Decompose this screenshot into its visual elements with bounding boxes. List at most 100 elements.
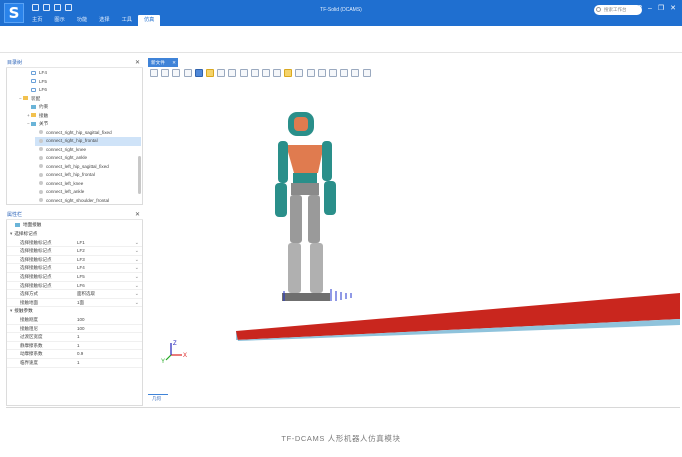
- help-button[interactable]: ?: [638, 4, 642, 13]
- save-all-icon[interactable]: [65, 4, 72, 11]
- collapse-icon[interactable]: ▾: [10, 231, 12, 236]
- document-tab[interactable]: 新文件 ✕: [148, 58, 178, 67]
- property-row[interactable]: 接触地面 1面 ⌄: [7, 299, 142, 308]
- view-front-icon[interactable]: [239, 69, 248, 77]
- tree-item[interactable]: connect_left_knee: [35, 180, 141, 189]
- menu-tab[interactable]: 图示: [48, 15, 70, 26]
- property-value[interactable]: 0.9: [77, 350, 83, 359]
- tree-scrollbar[interactable]: [138, 156, 141, 194]
- cube-icon[interactable]: [194, 69, 203, 77]
- property-value[interactable]: 100: [77, 316, 85, 325]
- tree-item[interactable]: connect_right_hip_frontal: [35, 137, 141, 146]
- corner-icon[interactable]: [228, 69, 237, 77]
- add-frame-icon[interactable]: [161, 69, 170, 77]
- minimize-button[interactable]: –: [648, 4, 652, 13]
- property-row[interactable]: 接触阻尼 100: [7, 325, 142, 334]
- property-value[interactable]: LF1: [77, 239, 85, 248]
- tree-item-label: connect_right_hip_sagittal_fixed: [46, 129, 112, 135]
- property-value[interactable]: LF5: [77, 273, 85, 282]
- dropdown-chevron-icon[interactable]: ⌄: [135, 282, 139, 291]
- menu-tab[interactable]: 工具: [116, 15, 138, 26]
- property-value[interactable]: LF6: [77, 282, 85, 291]
- property-row[interactable]: 选择接触标记点 LF3 ⌄: [7, 256, 142, 265]
- close-button[interactable]: ✕: [670, 4, 676, 13]
- copy-icon[interactable]: [329, 69, 337, 77]
- add-frame-3-icon[interactable]: [183, 69, 192, 77]
- property-value[interactable]: 面积选取: [77, 290, 95, 299]
- property-row[interactable]: 选择接触标记点 LF2 ⌄: [7, 247, 142, 256]
- tree-item[interactable]: connect_right_ankle: [35, 154, 141, 163]
- highlight-icon[interactable]: [205, 69, 214, 77]
- dropdown-chevron-icon[interactable]: ⌄: [135, 264, 139, 273]
- measure-icon[interactable]: [317, 69, 326, 77]
- tree-item[interactable]: LF5: [27, 78, 141, 87]
- save-file-icon[interactable]: [54, 4, 61, 11]
- dropdown-chevron-icon[interactable]: ⌄: [135, 299, 139, 308]
- 3d-viewport[interactable]: X Z Y: [146, 79, 680, 404]
- menu-tab[interactable]: 功能: [71, 15, 93, 26]
- tree-item[interactable]: LF6: [27, 86, 141, 95]
- tree-item[interactable]: LF4: [27, 69, 141, 78]
- property-value[interactable]: LF4: [77, 264, 85, 273]
- menu-tab[interactable]: 仿真: [137, 15, 161, 26]
- add-frame-2-icon[interactable]: [172, 69, 181, 77]
- property-row[interactable]: 选择方式 面积选取 ⌄: [7, 290, 142, 299]
- tree-item[interactable]: 约束: [27, 103, 141, 112]
- clear-icon[interactable]: [362, 69, 371, 77]
- dropdown-chevron-icon[interactable]: ⌄: [135, 290, 139, 299]
- layers-icon[interactable]: [351, 69, 360, 77]
- tree-item[interactable]: connect_right_knee: [35, 146, 141, 155]
- paste-icon[interactable]: [340, 69, 349, 77]
- tree-panel-close-icon[interactable]: ✕: [135, 59, 140, 68]
- tree-item[interactable]: − 装配: [19, 95, 141, 104]
- dropdown-chevron-icon[interactable]: ⌄: [135, 239, 139, 248]
- property-section-header[interactable]: ▾ 选择标记点: [10, 230, 37, 239]
- tree-item[interactable]: + 接触: [27, 112, 141, 121]
- property-value[interactable]: LF3: [77, 256, 85, 265]
- property-value[interactable]: 1: [77, 342, 80, 351]
- menu-tabs: 主页 图示 功能 选择 工具 仿真: [26, 15, 161, 26]
- view-iso-icon[interactable]: [273, 69, 282, 77]
- collapse-icon[interactable]: ▾: [10, 308, 12, 313]
- property-row[interactable]: 临界速度 1: [7, 359, 142, 368]
- menu-tab[interactable]: 主页: [26, 15, 48, 26]
- new-file-icon[interactable]: [32, 4, 39, 11]
- menu-tab[interactable]: 选择: [93, 15, 115, 26]
- property-value[interactable]: 100: [77, 325, 85, 334]
- property-panel-close-icon[interactable]: ✕: [135, 211, 140, 220]
- search-input[interactable]: 搜索工作台: [594, 5, 642, 15]
- view-side-icon[interactable]: [250, 69, 259, 77]
- property-row[interactable]: 选择接触标记点 LF1 ⌄: [7, 239, 142, 248]
- property-value[interactable]: 1面: [77, 299, 84, 308]
- document-tab-close-icon[interactable]: ✕: [172, 58, 176, 67]
- property-row[interactable]: 选择接触标记点 LF6 ⌄: [7, 282, 142, 291]
- property-row[interactable]: 选择接触标记点 LF5 ⌄: [7, 273, 142, 282]
- bottom-tab-geometry[interactable]: 几何: [148, 394, 168, 402]
- property-value[interactable]: LF2: [77, 247, 85, 256]
- zoom-fit-icon[interactable]: [295, 69, 304, 77]
- property-value[interactable]: 1: [77, 359, 80, 368]
- tree-item[interactable]: connect_left_hip_sagittal_fixed: [35, 163, 141, 172]
- view-top-icon[interactable]: [261, 69, 270, 77]
- dropdown-chevron-icon[interactable]: ⌄: [135, 247, 139, 256]
- property-row[interactable]: 过渡区宽度 1: [7, 333, 142, 342]
- dropdown-chevron-icon[interactable]: ⌄: [135, 256, 139, 265]
- tree-item[interactable]: connect_left_hip_frontal: [35, 171, 141, 180]
- dropdown-chevron-icon[interactable]: ⌄: [135, 273, 139, 282]
- tree-item[interactable]: connect_right_shoulder_frontal: [35, 197, 141, 205]
- open-file-icon[interactable]: [43, 4, 50, 11]
- tree-item[interactable]: connect_right_hip_sagittal_fixed: [35, 129, 141, 138]
- property-row[interactable]: 动摩擦系数 0.9: [7, 350, 142, 359]
- zoom-icon[interactable]: [284, 69, 293, 77]
- grid-icon[interactable]: [306, 69, 315, 77]
- window-icon[interactable]: [217, 69, 226, 77]
- tree-item[interactable]: connect_left_ankle: [35, 188, 141, 197]
- property-row[interactable]: 选择接触标记点 LF4 ⌄: [7, 264, 142, 273]
- property-row[interactable]: 静摩擦系数 1: [7, 342, 142, 351]
- tree-item[interactable]: − 关节: [27, 120, 141, 129]
- property-section-header[interactable]: ▾ 接触参数: [10, 307, 33, 316]
- property-row[interactable]: 接触刚度 100: [7, 316, 142, 325]
- rect-select-icon[interactable]: [150, 69, 158, 77]
- restore-button[interactable]: ❐: [658, 4, 664, 13]
- property-value[interactable]: 1: [77, 333, 80, 342]
